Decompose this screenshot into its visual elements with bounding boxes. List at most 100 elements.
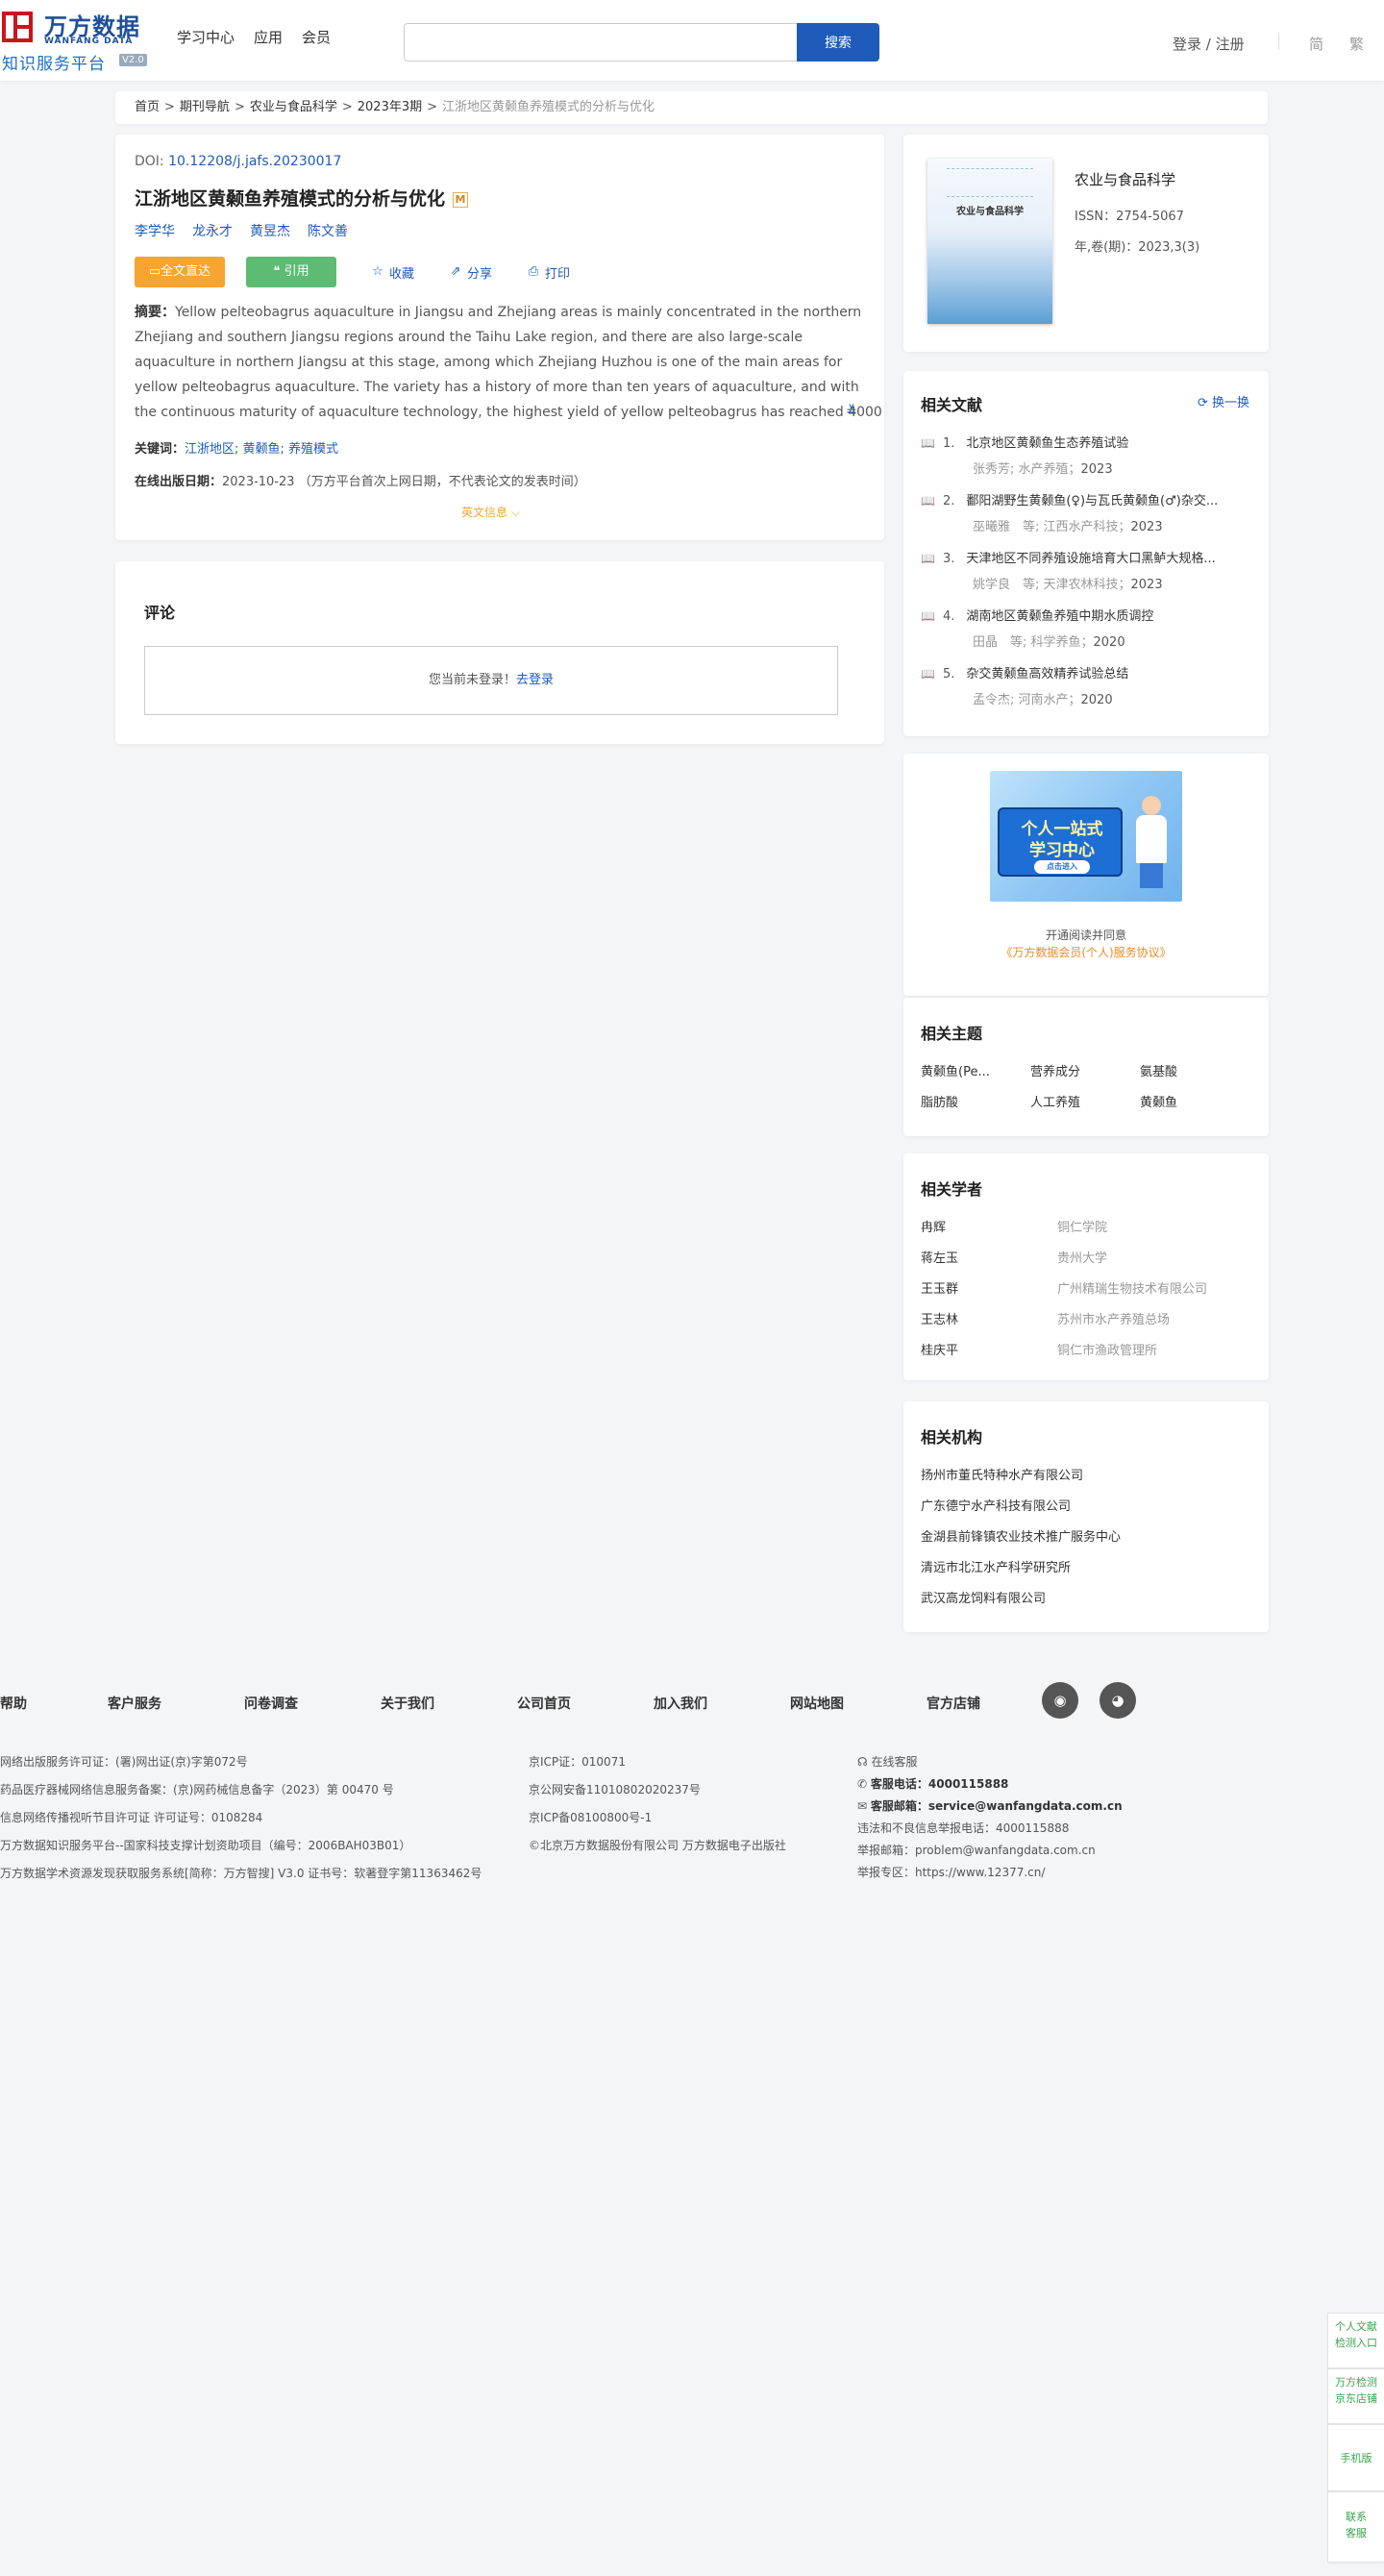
float-jd-store[interactable]: 万方检测 京东店铺 <box>1327 2368 1384 2424</box>
footer-survey[interactable]: 问卷调查 <box>244 1694 298 1713</box>
expand-chevron-icon[interactable]: ≚ <box>846 404 857 419</box>
search-button[interactable]: 搜索 <box>797 23 879 62</box>
topic-item[interactable]: 黄颡鱼(Pe... <box>921 1061 990 1079</box>
lang-traditional[interactable]: 繁 <box>1349 34 1364 54</box>
cover-decoration <box>947 168 1033 197</box>
footer-join-us[interactable]: 加入我们 <box>654 1694 707 1713</box>
logo-en: WANFANG DATA <box>44 37 134 46</box>
author-link[interactable]: 龙永才 <box>192 221 233 240</box>
footer-sitemap[interactable]: 网站地图 <box>790 1694 844 1713</box>
author-link[interactable]: 黄昱杰 <box>250 221 290 240</box>
institution-item[interactable]: 清远市北江水产科学研究所 <box>921 1557 1071 1575</box>
keyword-links[interactable]: 江浙地区; 黄颡鱼; 养殖模式 <box>185 442 338 457</box>
scholar-name[interactable]: 冉辉 <box>921 1217 946 1235</box>
institution-item[interactable]: 扬州市董氏特种水产有限公司 <box>921 1465 1083 1483</box>
float-contact[interactable]: 联系 客服 <box>1327 2491 1384 2563</box>
member-agreement-link[interactable]: 《万方数据会员(个人)服务协议》 <box>903 944 1269 960</box>
breadcrumb-issue[interactable]: 2023年3期 <box>358 100 422 114</box>
keywords: 关键词：江浙地区; 黄颡鱼; 养殖模式 <box>135 442 339 457</box>
topic-item[interactable]: 营养成分 <box>1030 1061 1080 1079</box>
cite-button[interactable]: ❝ 引用 <box>246 257 336 287</box>
related-doc-item[interactable]: 📖 3. 天津地区不同养殖设施培育大口黑鲈大规格... 姚学良 等; 天津农林科技；… <box>921 548 1248 592</box>
scholar-name[interactable]: 蒋左玉 <box>921 1248 958 1266</box>
banner-panel: 个人一站式 学习中心 点击进入 <box>998 807 1123 877</box>
topic-item[interactable]: 人工养殖 <box>1030 1092 1080 1110</box>
institution-item[interactable]: 武汉高龙饲料有限公司 <box>921 1588 1046 1606</box>
journal-card: 农业与食品科学 农业与食品科学 ISSN：2754-5067 年,卷(期)：20… <box>903 135 1269 352</box>
scholar-name[interactable]: 王玉群 <box>921 1278 958 1297</box>
nav-learning-center[interactable]: 学习中心 <box>177 27 235 47</box>
topic-item[interactable]: 黄颡鱼 <box>1140 1092 1177 1110</box>
learning-center-banner[interactable]: 个人一站式 学习中心 点击进入 <box>990 771 1182 902</box>
related-doc-item[interactable]: 📖 4. 湖南地区黄颡鱼养殖中期水质调控 田晶 等; 科学养鱼；2020 <box>921 606 1248 650</box>
author-link[interactable]: 李学华 <box>135 221 175 240</box>
footer-icp[interactable]: 京ICP证：010071 <box>529 1753 626 1770</box>
action-row: ▭全文直达 ❝ 引用 ☆ 收藏 ⇗ 分享 ⎙ 打印 <box>135 257 570 287</box>
topics-card: 相关主题 黄颡鱼(Pe... 营养成分 氨基酸 脂肪酸 人工养殖 黄颡鱼 <box>903 998 1269 1136</box>
report-zone[interactable]: 举报专区：https://www.12377.cn/ <box>857 1864 1045 1880</box>
breadcrumb-journal[interactable]: 农业与食品科学 <box>250 100 337 114</box>
institution-item[interactable]: 金湖县前锋镇农业技术推广服务中心 <box>921 1526 1121 1545</box>
print-button[interactable]: ⎙ 打印 <box>527 263 570 282</box>
breadcrumb-home[interactable]: 首页 <box>135 100 160 114</box>
footer-license: 信息网络传播视听节目许可证 许可证号：0108284 <box>0 1811 263 1824</box>
footer-customer-service[interactable]: 客户服务 <box>108 1694 161 1713</box>
document-icon: ▭ <box>148 264 161 279</box>
breadcrumb: 首页 > 期刊导航 > 农业与食品科学 >2023年3期 > 江浙地区黄颡鱼养殖模式的分析与优… <box>115 91 1268 124</box>
footer-about[interactable]: 关于我们 <box>381 1694 434 1713</box>
comments-card: 评论 您当前未登录！去登录 <box>115 561 884 744</box>
footer-company-home[interactable]: 公司首页 <box>517 1694 571 1713</box>
scholar-org: 铜仁市渔政管理所 <box>1057 1344 1158 1358</box>
float-mobile[interactable]: 手机版 <box>1327 2424 1384 2491</box>
journal-cover[interactable]: 农业与食品科学 <box>927 159 1052 324</box>
full-text-button[interactable]: ▭全文直达 <box>135 257 225 287</box>
nav-apps[interactable]: 应用 <box>254 27 283 47</box>
topic-item[interactable]: 氨基酸 <box>1140 1061 1177 1079</box>
nav-member[interactable]: 会员 <box>302 27 331 47</box>
footer-icp[interactable]: 京公网安备11010802020237号 <box>529 1781 701 1797</box>
banner-line2: 学习中心 <box>1029 841 1095 860</box>
author-link[interactable]: 陈文善 <box>308 221 348 240</box>
collect-button[interactable]: ☆ 收藏 <box>371 263 414 282</box>
related-doc-item[interactable]: 📖 1. 北京地区黄颡鱼生态养殖试验 张秀芳; 水产养殖；2023 <box>921 433 1248 477</box>
related-doc-item[interactable]: 📖 2. 鄱阳湖野生黄颡鱼(♀)与瓦氏黄颡鱼(♂)杂交... 巫曦雅 等; 江西水产… <box>921 490 1248 534</box>
journal-name[interactable]: 农业与食品科学 <box>1075 169 1175 189</box>
scholar-name[interactable]: 桂庆平 <box>921 1340 958 1358</box>
related-doc-item[interactable]: 📖 5. 杂交黄颡鱼高效精养试验总结 孟令杰; 河南水产；2020 <box>921 663 1248 707</box>
english-info-toggle[interactable]: 英文信息 ⌵ <box>461 504 520 520</box>
weibo-icon[interactable]: ◉ <box>1042 1682 1078 1719</box>
institution-item[interactable]: 广东德宁水产科技有限公司 <box>921 1496 1071 1514</box>
footer-help[interactable]: 帮助 <box>0 1694 27 1713</box>
scholar-name[interactable]: 王志林 <box>921 1309 958 1327</box>
footer-official-store[interactable]: 官方店铺 <box>927 1694 980 1713</box>
breadcrumb-journals[interactable]: 期刊导航 <box>180 100 230 114</box>
report-email: 举报邮箱：problem@wanfangdata.com.cn <box>857 1844 1096 1857</box>
institutions-title: 相关机构 <box>921 1428 983 1447</box>
wechat-icon[interactable]: ◕ <box>1100 1682 1136 1719</box>
journal-volume: 年,卷(期)：2023,3(3) <box>1075 240 1200 255</box>
share-button[interactable]: ⇗ 分享 <box>449 263 492 282</box>
refresh-button[interactable]: ⟳ 换一换 <box>1198 392 1249 410</box>
book-icon: 📖 <box>921 667 935 681</box>
divider <box>1278 33 1279 50</box>
breadcrumb-current: 江浙地区黄颡鱼养殖模式的分析与优化 <box>442 100 655 114</box>
report-phone: 违法和不良信息举报电话：4000115888 <box>857 1821 1070 1835</box>
related-docs-card: 相关文献 ⟳ 换一换 📖 1. 北京地区黄颡鱼生态养殖试验 张秀芳; 水产养殖；20… <box>903 371 1269 736</box>
float-plagiarism-check[interactable]: 个人文献 检测入口 <box>1327 2313 1384 2368</box>
phone-icon: ✆ <box>857 1777 871 1791</box>
chevron-down-icon: ⌵ <box>510 506 520 519</box>
topic-item[interactable]: 脂肪酸 <box>921 1092 958 1110</box>
banner-enter-button[interactable]: 点击进入 <box>1034 860 1090 874</box>
login-register-link[interactable]: 登录 / 注册 <box>1173 34 1245 54</box>
promo-card: 个人一站式 学习中心 点击进入 开通阅读并同意 《万方数据会员(个人)服务协议》 <box>903 754 1269 996</box>
online-service-link[interactable]: ☊ 在线客服 <box>857 1753 918 1770</box>
abstract: 摘要：Yellow pelteobagrus aquaculture in Ji… <box>135 305 882 420</box>
search-input[interactable] <box>404 23 798 62</box>
go-login-link[interactable]: 去登录 <box>516 673 554 687</box>
footer-icp[interactable]: 京ICP备08100800号-1 <box>529 1809 652 1825</box>
lang-simplified[interactable]: 简 <box>1309 34 1323 54</box>
doi-link[interactable]: 10.12208/j.jafs.20230017 <box>168 154 341 169</box>
book-icon: 📖 <box>921 609 935 623</box>
topics-title: 相关主题 <box>921 1025 983 1043</box>
logo[interactable]: 万方数据 WANFANG DATA 知识服务平台 V2.0 <box>0 6 154 74</box>
